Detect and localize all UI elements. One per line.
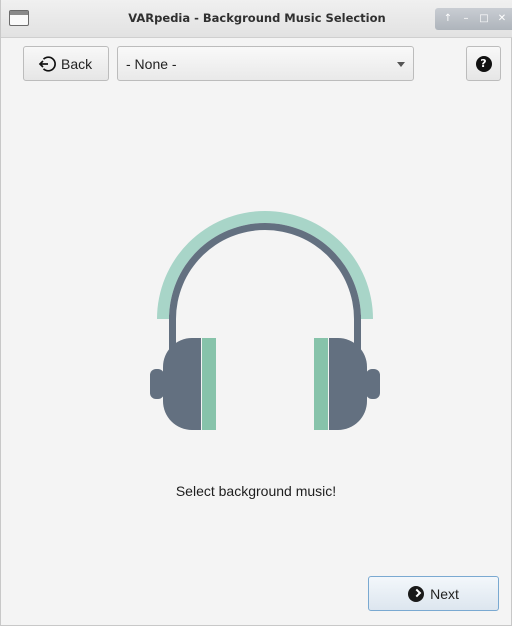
- right-side-knob: [366, 369, 380, 399]
- right-ear-cup: [329, 338, 367, 430]
- right-cushion: [314, 338, 328, 430]
- window-minimize-icon[interactable]: –: [459, 14, 473, 24]
- select-music-message: Select background music!: [175, 483, 337, 499]
- question-circle-icon: ?: [475, 55, 492, 72]
- next-button-label: Next: [430, 585, 459, 602]
- window-up-icon[interactable]: ↑: [441, 14, 455, 24]
- app-window: VARpedia - Background Music Selection ↑ …: [0, 0, 512, 626]
- window-maximize-icon[interactable]: □: [477, 14, 491, 24]
- music-select-value: - None -: [126, 55, 177, 72]
- chevron-down-icon: [397, 62, 405, 67]
- next-button[interactable]: Next: [368, 576, 499, 611]
- window-close-icon[interactable]: ✕: [495, 14, 509, 24]
- headphones-icon: [150, 211, 380, 430]
- left-cushion: [202, 338, 216, 430]
- back-button-label: Back: [61, 55, 93, 72]
- chevron-right-circle-icon: [408, 585, 425, 602]
- music-select-dropdown[interactable]: - None -: [117, 46, 414, 81]
- window-controls: ↑ – □ ✕: [435, 8, 512, 30]
- help-button[interactable]: ?: [466, 46, 501, 81]
- title-bar[interactable]: VARpedia - Background Music Selection ↑ …: [1, 0, 512, 38]
- left-ear-cup: [163, 338, 201, 430]
- back-arrow-circle-icon: [38, 55, 56, 72]
- left-side-knob: [150, 369, 164, 399]
- back-button[interactable]: Back: [23, 46, 109, 81]
